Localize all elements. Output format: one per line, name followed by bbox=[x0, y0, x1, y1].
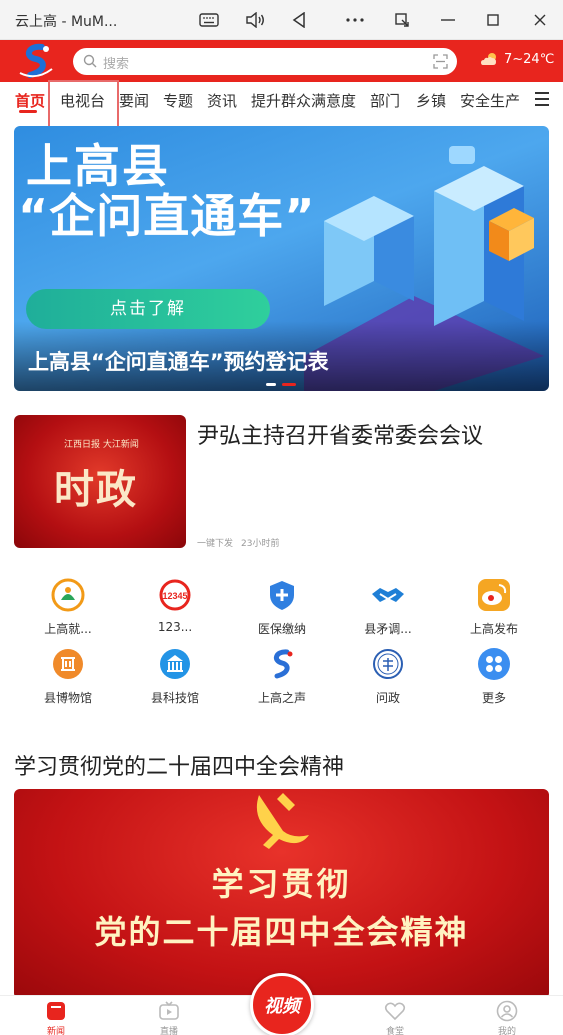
more-icon[interactable] bbox=[340, 6, 370, 34]
section-banner[interactable]: 学习贯彻 党的二十届四中全会精神 bbox=[14, 789, 549, 999]
search-input[interactable]: 搜索 bbox=[73, 48, 457, 75]
tab-satisfaction[interactable]: 提升群众满意度 bbox=[251, 90, 356, 111]
weibo-icon bbox=[476, 577, 512, 613]
news-title[interactable]: 尹弘主持召开省委常委会会议 bbox=[197, 418, 483, 450]
voice-logo-icon bbox=[264, 646, 300, 682]
service-hotline[interactable]: 12345 123... bbox=[133, 577, 217, 634]
service-more[interactable]: 更多 bbox=[452, 646, 536, 706]
section-banner-line1: 学习贯彻 bbox=[211, 865, 352, 903]
window-titlebar: 云上高 - MuM... bbox=[0, 0, 563, 40]
keyboard-icon[interactable] bbox=[194, 6, 224, 34]
tab-townships[interactable]: 乡镇 bbox=[416, 90, 446, 111]
service-museum[interactable]: 县博物馆 bbox=[26, 646, 110, 706]
search-icon bbox=[83, 54, 97, 68]
active-tab-indicator bbox=[19, 110, 37, 113]
nav-live[interactable]: 直播 bbox=[139, 1000, 199, 1035]
service-science-museum[interactable]: 县科技馆 bbox=[133, 646, 217, 706]
search-placeholder: 搜索 bbox=[103, 57, 130, 72]
tab-departments[interactable]: 部门 bbox=[370, 90, 400, 111]
banner-carousel[interactable]: 上高县 “企问直通车” 点击了解 上高县“企问直通车”预约登记表 bbox=[14, 126, 549, 391]
tab-topics[interactable]: 专题 bbox=[163, 90, 193, 111]
scan-icon[interactable] bbox=[433, 54, 448, 69]
banner-headline-2: “企问直通车” bbox=[18, 189, 316, 243]
focus-highlight-box bbox=[48, 80, 119, 131]
thumb-title-text: 时政 bbox=[54, 467, 138, 513]
news-time: 23小时前 bbox=[241, 539, 280, 549]
service-weibo[interactable]: 上高发布 bbox=[452, 577, 536, 637]
weather-temperature: 7~24℃ bbox=[504, 51, 555, 67]
news-source: 一键下发 bbox=[197, 539, 234, 549]
service-mediation[interactable]: 县矛调... bbox=[346, 577, 430, 637]
more-apps-icon bbox=[476, 646, 512, 682]
tab-headlines[interactable]: 要闻 bbox=[119, 90, 149, 111]
news-icon bbox=[45, 1000, 67, 1022]
nav-news[interactable]: 新闻 bbox=[26, 1000, 86, 1035]
service-medical-insurance[interactable]: 医保缴纳 bbox=[240, 577, 324, 637]
minimize-icon[interactable] bbox=[433, 6, 463, 34]
hotline-12345-icon: 12345 bbox=[157, 577, 193, 613]
screen-rotate-icon[interactable] bbox=[387, 6, 417, 34]
nav-profile[interactable]: 我的 bbox=[477, 1000, 537, 1035]
window-title: 云上高 - MuM... bbox=[15, 14, 118, 30]
app-logo-icon[interactable] bbox=[16, 43, 56, 81]
section-title[interactable]: 学习贯彻党的二十届四中全会精神 bbox=[14, 749, 344, 781]
learn-more-button[interactable]: 点击了解 bbox=[26, 289, 270, 329]
service-wenzheng[interactable]: 问政 bbox=[346, 646, 430, 706]
nav-video-button[interactable]: 视频 bbox=[250, 973, 314, 1035]
employment-icon bbox=[50, 577, 86, 613]
back-icon[interactable] bbox=[284, 6, 314, 34]
svg-text:12345: 12345 bbox=[162, 591, 187, 601]
handshake-icon bbox=[370, 577, 406, 613]
nav-canteen[interactable]: 食堂 bbox=[365, 1000, 425, 1035]
news-meta: 一键下发 23小时前 bbox=[197, 536, 279, 549]
weather-cloud-sun-icon bbox=[481, 53, 496, 65]
service-voice[interactable]: 上高之声 bbox=[240, 646, 324, 706]
volume-icon[interactable] bbox=[240, 6, 270, 34]
carousel-dots bbox=[266, 383, 302, 386]
profile-icon bbox=[496, 1000, 518, 1022]
channel-menu-icon[interactable] bbox=[535, 92, 549, 106]
museum-icon bbox=[50, 646, 86, 682]
service-employment[interactable]: 上高就... bbox=[26, 577, 110, 637]
tab-safety[interactable]: 安全生产 bbox=[460, 90, 520, 111]
science-museum-icon bbox=[157, 646, 193, 682]
party-emblem-icon bbox=[256, 793, 309, 849]
app-header: 搜索 7~24℃ bbox=[0, 40, 563, 82]
section-banner-line2: 党的二十届四中全会精神 bbox=[94, 913, 469, 951]
canteen-heart-icon bbox=[384, 1000, 406, 1022]
news-thumbnail[interactable]: 江西日报 大江新闻 时政 bbox=[14, 415, 186, 548]
thumb-source-text: 江西日报 大江新闻 bbox=[64, 440, 139, 450]
weather-widget[interactable]: 7~24℃ bbox=[480, 51, 554, 67]
maximize-icon[interactable] bbox=[478, 6, 508, 34]
wenzheng-icon bbox=[370, 646, 406, 682]
banner-caption: 上高县“企问直通车”预约登记表 bbox=[28, 350, 329, 374]
live-tv-icon bbox=[158, 1000, 180, 1022]
tab-news-info[interactable]: 资讯 bbox=[207, 90, 237, 111]
medical-insurance-icon bbox=[264, 577, 300, 613]
close-icon[interactable] bbox=[525, 6, 555, 34]
tab-home[interactable]: 首页 bbox=[15, 90, 45, 111]
